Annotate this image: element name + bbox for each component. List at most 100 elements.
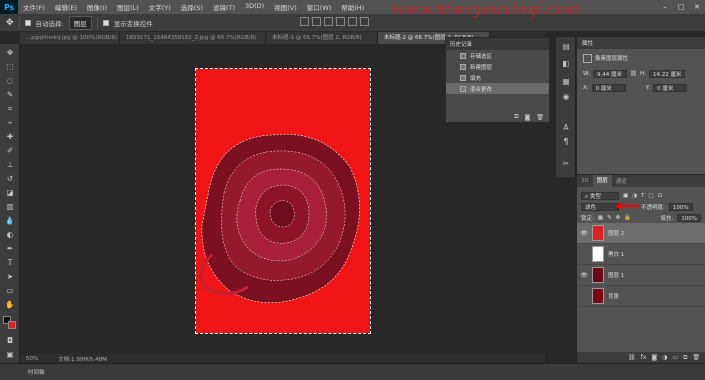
- x-field[interactable]: 0 厘米: [591, 84, 626, 92]
- filter-shape-icon[interactable]: ▢: [648, 193, 653, 199]
- tab-3d[interactable]: 3D: [577, 178, 593, 184]
- visibility-eye-icon[interactable]: 👁: [580, 272, 588, 279]
- filter-pixel-icon[interactable]: ▣: [623, 193, 628, 199]
- path-select-tool-icon[interactable]: ➤: [5, 272, 15, 282]
- tab-doc-1[interactable]: ...pgqkhmkq.jpg @ 100%(RGB/8): [20, 32, 120, 44]
- healing-tool-icon[interactable]: ✚: [5, 132, 15, 142]
- history-panel-icon[interactable]: ▤: [561, 42, 571, 52]
- history-item[interactable]: 填充: [446, 72, 549, 83]
- properties-panel-icon[interactable]: ◧: [561, 59, 571, 69]
- show-transform-checkbox[interactable]: [102, 19, 109, 26]
- menu-item[interactable]: 图像(I): [82, 2, 112, 12]
- hand-tool-icon[interactable]: ✋: [5, 300, 15, 310]
- layer-name[interactable]: 图层 2: [608, 229, 624, 237]
- kind-filter-dropdown[interactable]: ⌕ 类型: [581, 191, 619, 200]
- tab-doc-3[interactable]: 未标题-1 @ 66.7%(图层 2, RGB/8): [266, 32, 378, 44]
- swatches-icon[interactable]: ▦: [561, 77, 571, 87]
- lock-position-icon[interactable]: ✥: [616, 215, 621, 221]
- paragraph-panel-icon[interactable]: ¶: [561, 137, 571, 147]
- menu-item[interactable]: 3D(D): [240, 2, 269, 12]
- fill-field[interactable]: 100%: [677, 213, 701, 222]
- screen-mode-icon[interactable]: ▣: [5, 350, 15, 360]
- eyedropper-tool-icon[interactable]: ⌁: [5, 118, 15, 128]
- blend-mode-dropdown[interactable]: 滤色: [581, 202, 619, 211]
- visibility-eye-icon[interactable]: 👁: [580, 230, 588, 237]
- layer-name[interactable]: 背景: [608, 292, 619, 300]
- background-color-swatch[interactable]: [8, 321, 16, 329]
- adjustment-icon[interactable]: ◑: [662, 354, 667, 361]
- auto-select-dropdown[interactable]: 图层: [68, 15, 92, 30]
- trash-icon[interactable]: 🗑: [692, 354, 700, 361]
- link-layers-icon[interactable]: ⛓: [628, 354, 636, 361]
- layer-row[interactable]: 👁 图层 1: [577, 265, 705, 286]
- quick-select-tool-icon[interactable]: ✎: [5, 90, 15, 100]
- folder-icon[interactable]: ▭: [672, 354, 678, 361]
- tab-channels[interactable]: 通道: [612, 177, 631, 185]
- blur-tool-icon[interactable]: 💧: [5, 216, 15, 226]
- menu-item[interactable]: 选择(S): [176, 2, 208, 12]
- new-layer-icon[interactable]: ⧉: [683, 354, 687, 362]
- trash-icon[interactable]: 🗑: [536, 114, 544, 121]
- eraser-tool-icon[interactable]: ◪: [5, 188, 15, 198]
- character-panel-icon[interactable]: A: [561, 123, 571, 133]
- history-item[interactable]: 存储选区: [446, 50, 549, 61]
- align-right-icon[interactable]: [360, 17, 369, 26]
- link-icon[interactable]: ⛓: [630, 71, 637, 77]
- layer-row[interactable]: 黑白 1: [577, 244, 705, 265]
- history-brush-tool-icon[interactable]: ↺: [5, 174, 15, 184]
- filter-adjust-icon[interactable]: ◑: [632, 193, 637, 199]
- menu-item[interactable]: 图层(L): [112, 2, 144, 12]
- filter-type-icon[interactable]: T: [641, 193, 644, 199]
- move-tool-icon[interactable]: ✥: [5, 48, 15, 58]
- clone-stamp-tool-icon[interactable]: ⊥: [5, 160, 15, 170]
- crop-tool-icon[interactable]: ⌗: [5, 104, 15, 114]
- maximize-button[interactable]: □: [673, 0, 689, 14]
- menu-item[interactable]: 帮助(H): [336, 2, 369, 12]
- lasso-tool-icon[interactable]: ◌: [5, 76, 15, 86]
- height-field[interactable]: 14.22 厘米: [648, 70, 686, 78]
- minimize-button[interactable]: –: [657, 0, 673, 14]
- tab-doc-2[interactable]: 1659171_15464358182_2.jpg @ 66.7%(RGB/8): [120, 32, 266, 44]
- gradient-tool-icon[interactable]: ▥: [5, 202, 15, 212]
- menu-item[interactable]: 文字(Y): [144, 2, 176, 12]
- move-tool-icon[interactable]: ✥: [6, 18, 14, 28]
- tab-layers[interactable]: 图层: [592, 175, 612, 187]
- y-field[interactable]: 0 厘米: [653, 84, 688, 92]
- align-middle-icon[interactable]: [312, 17, 321, 26]
- fx-icon[interactable]: fx: [641, 354, 647, 361]
- menu-item[interactable]: 文件(F): [18, 2, 50, 12]
- layer-row[interactable]: 👁 图层 2: [577, 223, 705, 244]
- lock-all-icon[interactable]: 🔒: [624, 215, 631, 221]
- history-item[interactable]: 混合更改: [446, 83, 549, 94]
- dodge-tool-icon[interactable]: ◐: [5, 230, 15, 240]
- menu-item[interactable]: 窗口(W): [302, 2, 337, 12]
- auto-select-checkbox[interactable]: [24, 19, 31, 26]
- filter-smart-icon[interactable]: ⊡: [658, 193, 663, 199]
- align-left-icon[interactable]: [336, 17, 345, 26]
- zoom-level[interactable]: 50%: [26, 356, 38, 362]
- layer-name[interactable]: 图层 1: [608, 271, 624, 279]
- snapshot-icon[interactable]: ◙: [525, 114, 531, 121]
- layer-name[interactable]: 黑白 1: [608, 250, 624, 258]
- tools-preset-icon[interactable]: ✂: [561, 159, 571, 169]
- history-item[interactable]: 新建图层: [446, 61, 549, 72]
- color-icon[interactable]: ◉: [561, 92, 571, 102]
- rectangle-tool-icon[interactable]: ▭: [5, 286, 15, 296]
- new-document-icon[interactable]: ⧉: [514, 113, 518, 121]
- opacity-field[interactable]: 100%: [668, 202, 693, 211]
- align-top-icon[interactable]: [300, 17, 309, 26]
- menu-item[interactable]: 视图(V): [269, 2, 302, 12]
- align-bottom-icon[interactable]: [324, 17, 333, 26]
- pen-tool-icon[interactable]: ✒: [5, 244, 15, 254]
- lock-pixels-icon[interactable]: ▦: [598, 215, 603, 221]
- timeline-panel-tab[interactable]: 时间轴: [0, 363, 705, 380]
- mask-icon[interactable]: ◙: [651, 354, 657, 361]
- marquee-tool-icon[interactable]: ⬚: [5, 62, 15, 72]
- lock-image-icon[interactable]: ✎: [607, 215, 612, 221]
- brush-tool-icon[interactable]: ✐: [5, 146, 15, 156]
- type-tool-icon[interactable]: T: [5, 258, 15, 268]
- quick-mask-icon[interactable]: ◘: [5, 336, 15, 346]
- document-canvas[interactable]: [195, 68, 371, 334]
- align-center-icon[interactable]: [348, 17, 357, 26]
- menu-item[interactable]: 滤镜(T): [208, 2, 240, 12]
